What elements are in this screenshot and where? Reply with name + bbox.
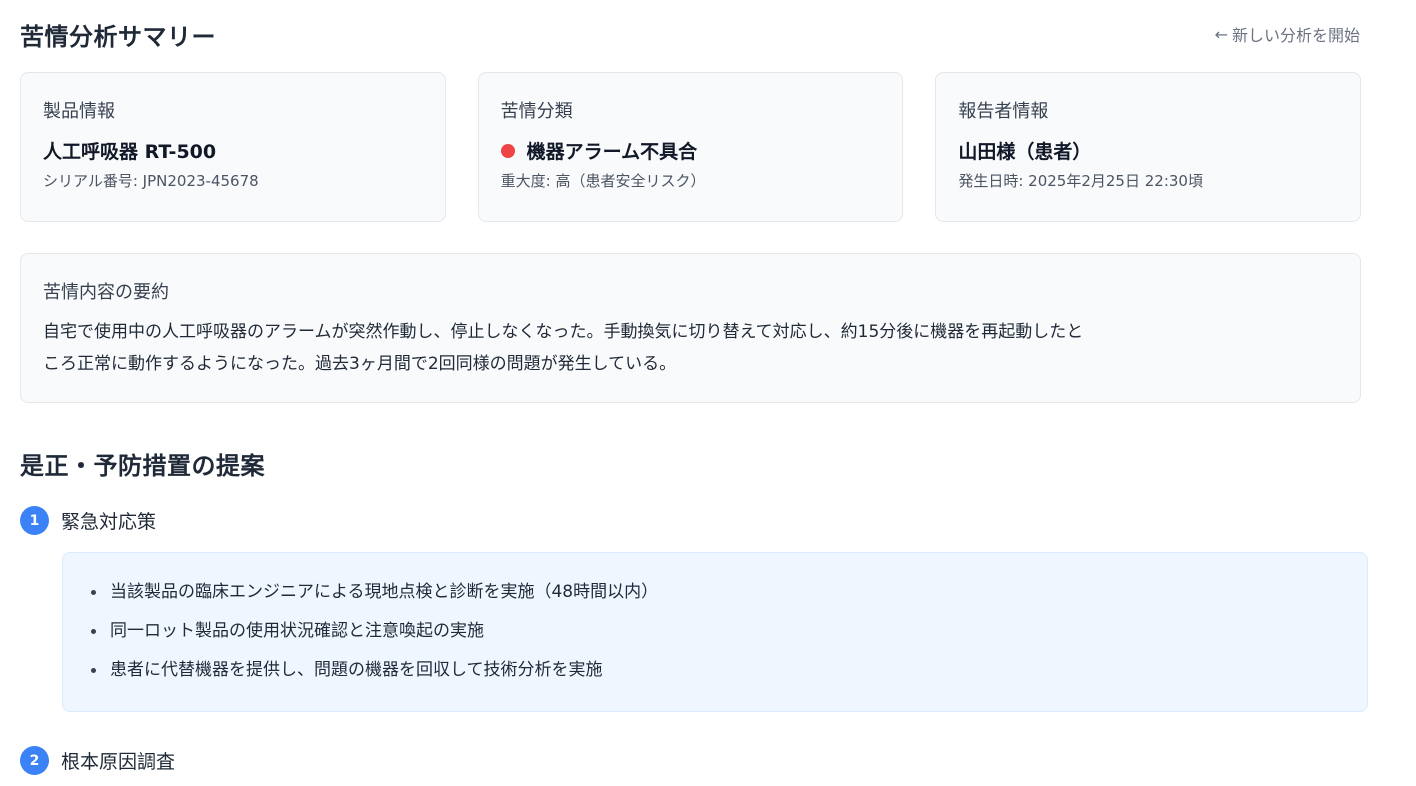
- reporter-info-card: 報告者情報 山田様（患者） 発生日時: 2025年2月25日 22:30頃: [935, 72, 1362, 222]
- step-number-badge: 2: [20, 746, 49, 775]
- severity-dot-icon: [500, 143, 515, 158]
- list-item-text: 同一ロット製品の使用状況確認と注意喚起の実施: [110, 621, 484, 641]
- card-label: 報告者情報: [958, 101, 1049, 122]
- info-cards: 製品情報 人工呼吸器 RT-500 シリアル番号: JPN2023-45678 …: [20, 72, 1362, 222]
- complaint-summary-page: 苦情分析サマリー ← 新しい分析を開始 製品情報 人工呼吸器 RT-500 シリ…: [0, 0, 1416, 786]
- new-analysis-label: 新しい分析を開始: [1231, 26, 1360, 45]
- summary-text: 自宅で使用中の人工呼吸器のアラームが突然作動し、停止しなくなった。手動換気に切り…: [43, 316, 1338, 380]
- list-item-text: 患者に代替機器を提供し、問題の機器を回収して技術分析を実施: [110, 660, 603, 680]
- list-item-text: 当該製品の臨床エンジニアによる現地点検と診断を実施（48時間以内）: [110, 582, 659, 602]
- reporter-name-text: 山田様（患者）: [958, 141, 1092, 163]
- serial-number: シリアル番号: JPN2023-45678: [43, 172, 259, 190]
- page-title: 苦情分析サマリー: [20, 22, 216, 51]
- summary-line-2: ころ正常に動作するようになった。過去3ヶ月間で2回同様の問題が発生している。: [43, 354, 677, 374]
- section-title: 是正・予防措置の提案: [20, 452, 265, 480]
- step-root-cause: 2 根本原因調査: [20, 746, 175, 775]
- complaint-category-card: 苦情分類 機器アラーム不具合 重大度: 高（患者安全リスク）: [477, 72, 904, 222]
- card-label: 苦情分類: [500, 101, 573, 122]
- bullet-icon: [91, 590, 96, 595]
- card-label: 製品情報: [43, 101, 115, 122]
- step-number-badge: 1: [20, 506, 49, 535]
- occurrence-datetime: 発生日時: 2025年2月25日 22:30頃: [958, 172, 1203, 190]
- arrow-left-icon: ←: [1214, 24, 1228, 44]
- complaint-category-text: 機器アラーム不具合: [526, 141, 698, 163]
- summary-line-1: 自宅で使用中の人工呼吸器のアラームが突然作動し、停止しなくなった。手動換気に切り…: [43, 322, 1084, 342]
- complaint-summary-card: 苦情内容の要約 自宅で使用中の人工呼吸器のアラームが突然作動し、停止しなくなった…: [20, 253, 1361, 403]
- product-name: 人工呼吸器 RT-500: [43, 137, 423, 164]
- bullet-icon: [91, 629, 96, 634]
- step-label: 根本原因調査: [61, 751, 176, 773]
- severity: 重大度: 高（患者安全リスク）: [500, 172, 706, 190]
- list-item: 同一ロット製品の使用状況確認と注意喚起の実施: [91, 612, 1339, 651]
- header: 苦情分析サマリー ← 新しい分析を開始: [20, 14, 1360, 54]
- list-item: 当該製品の臨床エンジニアによる現地点検と診断を実施（48時間以内）: [91, 573, 1339, 612]
- new-analysis-link[interactable]: ← 新しい分析を開始: [1215, 22, 1360, 46]
- action-list: 当該製品の臨床エンジニアによる現地点検と診断を実施（48時間以内） 同一ロット製…: [91, 573, 1339, 690]
- list-item: 患者に代替機器を提供し、問題の機器を回収して技術分析を実施: [91, 651, 1339, 690]
- summary-label: 苦情内容の要約: [43, 282, 169, 303]
- product-info-card: 製品情報 人工呼吸器 RT-500 シリアル番号: JPN2023-45678: [20, 72, 446, 222]
- emergency-actions-box: 当該製品の臨床エンジニアによる現地点検と診断を実施（48時間以内） 同一ロット製…: [62, 552, 1368, 712]
- step-emergency: 1 緊急対応策: [20, 506, 156, 535]
- product-name-text: 人工呼吸器 RT-500: [43, 141, 217, 163]
- complaint-category: 機器アラーム不具合: [500, 137, 881, 164]
- step-label: 緊急対応策: [61, 511, 157, 533]
- bullet-icon: [91, 668, 96, 673]
- reporter-name: 山田様（患者）: [958, 137, 1338, 164]
